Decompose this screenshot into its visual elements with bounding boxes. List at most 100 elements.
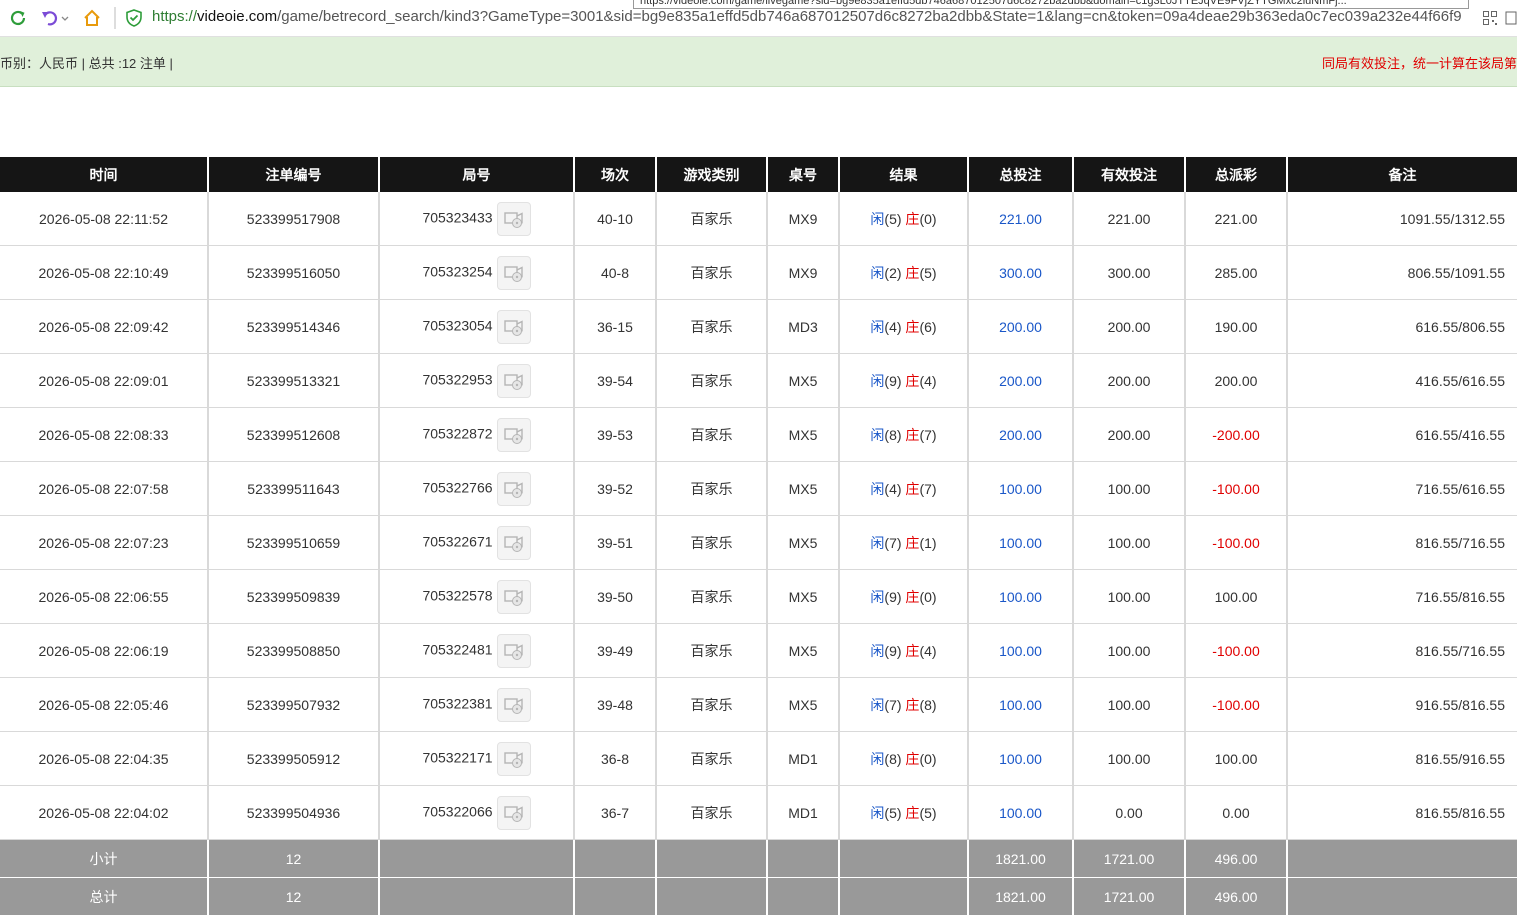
total-bet-link[interactable]: 200.00 (968, 353, 1074, 408)
total-bet-link[interactable]: 221.00 (968, 192, 1074, 246)
video-replay-button[interactable] (496, 579, 531, 614)
banker-label: 庄 (901, 750, 920, 767)
video-replay-button[interactable] (496, 201, 531, 236)
total-bet-link[interactable]: 200.00 (968, 299, 1074, 354)
round-no: 705322578 (379, 569, 575, 624)
video-replay-button[interactable] (496, 471, 531, 506)
balance-note: 616.55/806.55 (1287, 299, 1517, 354)
column-header-time: 时间 (0, 157, 209, 192)
player-score: (2) (884, 264, 902, 281)
banker-score: (1) (919, 534, 937, 551)
total-bet-link[interactable]: 200.00 (968, 407, 1074, 462)
game-type: 百家乐 (656, 785, 768, 840)
total-bet-link[interactable]: 100.00 (968, 677, 1074, 732)
table-row: 2026-05-08 22:09:42 523399514346 705323054… (0, 299, 1517, 354)
payout: 100.00 (1185, 569, 1288, 624)
result: 闲(4) 庄(7) (839, 461, 969, 516)
payout: -100.00 (1185, 515, 1288, 570)
shield-icon[interactable] (124, 6, 144, 30)
round-no: 705322766 (379, 461, 575, 516)
player-score: (4) (884, 480, 902, 497)
video-replay-button[interactable] (496, 795, 531, 830)
balance-note: 916.55/816.55 (1287, 677, 1517, 732)
session-no: 36-7 (574, 785, 657, 840)
round-no: 705322953 (379, 353, 575, 408)
video-replay-button[interactable] (496, 633, 531, 668)
round-number: 705322578 (422, 587, 493, 604)
video-replay-button[interactable] (496, 309, 531, 344)
total-bet-link[interactable]: 100.00 (968, 623, 1074, 678)
column-header-valid-bet: 有效投注 (1073, 157, 1186, 192)
summary-empty (767, 839, 840, 878)
table-no: MD1 (767, 785, 840, 840)
bet-time: 2026-05-08 22:04:35 (0, 731, 209, 786)
round-number: 705323433 (422, 209, 493, 226)
round-number: 705322381 (422, 695, 493, 712)
session-no: 39-54 (574, 353, 657, 408)
bet-time: 2026-05-08 22:08:33 (0, 407, 209, 462)
total-bet-link[interactable]: 100.00 (968, 515, 1074, 570)
bet-time: 2026-05-08 22:04:02 (0, 785, 209, 840)
result: 闲(9) 庄(4) (839, 353, 969, 408)
balance-note: 716.55/816.55 (1287, 569, 1517, 624)
balance-note: 816.55/916.55 (1287, 731, 1517, 786)
table-row: 2026-05-08 22:06:19 523399508850 705322481… (0, 623, 1517, 678)
valid-bet: 100.00 (1073, 623, 1186, 678)
payout: 100.00 (1185, 731, 1288, 786)
table-no: MX9 (767, 245, 840, 300)
balance-note: 816.55/816.55 (1287, 785, 1517, 840)
summary-total-bet: 1821.00 (968, 839, 1074, 878)
valid-bet: 100.00 (1073, 461, 1186, 516)
undo-icon[interactable] (38, 6, 72, 30)
balance-note: 816.55/716.55 (1287, 623, 1517, 678)
result: 闲(5) 庄(0) (839, 192, 969, 246)
table-row: 2026-05-08 22:11:52 523399517908 705323433… (0, 192, 1517, 246)
video-replay-button[interactable] (496, 255, 531, 290)
video-replay-button[interactable] (496, 687, 531, 722)
table-row: 2026-05-08 22:04:02 523399504936 705322066… (0, 785, 1517, 840)
total-bet-link[interactable]: 300.00 (968, 245, 1074, 300)
qr-code-icon[interactable] (1483, 10, 1497, 29)
bet-id: 523399507932 (208, 677, 380, 732)
round-no: 705322481 (379, 623, 575, 678)
video-replay-button[interactable] (496, 525, 531, 560)
browser-toolbar: https://videoie.com/game/betrecord_searc… (0, 0, 1517, 37)
round-no: 705323054 (379, 299, 575, 354)
payout: 200.00 (1185, 353, 1288, 408)
valid-bet: 221.00 (1073, 192, 1186, 246)
extension-icon[interactable] (1505, 10, 1517, 29)
total-bet-link[interactable]: 100.00 (968, 569, 1074, 624)
video-replay-button[interactable] (496, 363, 531, 398)
round-number: 705322872 (422, 425, 493, 442)
player-label: 闲 (870, 696, 885, 713)
summary-empty (574, 839, 657, 878)
table-row: 2026-05-08 22:06:55 523399509839 705322578… (0, 569, 1517, 624)
player-score: (9) (884, 372, 902, 389)
link-hover-tooltip: https://videoie.com/game/livegame?sid=bg… (633, 0, 1469, 9)
bet-id: 523399516050 (208, 245, 380, 300)
round-number: 705323054 (422, 317, 493, 334)
round-number: 705322766 (422, 479, 493, 496)
summary-valid-bet: 1721.00 (1073, 877, 1186, 916)
banker-score: (7) (919, 480, 937, 497)
banker-score: (0) (919, 588, 937, 605)
total-bet-link[interactable]: 100.00 (968, 461, 1074, 516)
address-bar[interactable]: https://videoie.com/game/betrecord_searc… (152, 8, 1482, 25)
url-path: /game/betrecord_search/kind3?GameType=30… (277, 8, 1462, 25)
url-host: videoie.com (197, 8, 278, 25)
video-replay-button[interactable] (496, 741, 531, 776)
home-icon[interactable] (80, 6, 104, 30)
valid-bet: 100.00 (1073, 515, 1186, 570)
game-type: 百家乐 (656, 407, 768, 462)
table-row: 2026-05-08 22:04:35 523399505912 705322171… (0, 731, 1517, 786)
refresh-icon[interactable] (6, 6, 30, 30)
banker-label: 庄 (901, 210, 920, 227)
bet-id: 523399512608 (208, 407, 380, 462)
table-no: MX5 (767, 353, 840, 408)
session-no: 36-8 (574, 731, 657, 786)
total-bet-link[interactable]: 100.00 (968, 785, 1074, 840)
round-no: 705323433 (379, 192, 575, 246)
balance-note: 806.55/1091.55 (1287, 245, 1517, 300)
video-replay-button[interactable] (496, 417, 531, 452)
total-bet-link[interactable]: 100.00 (968, 731, 1074, 786)
